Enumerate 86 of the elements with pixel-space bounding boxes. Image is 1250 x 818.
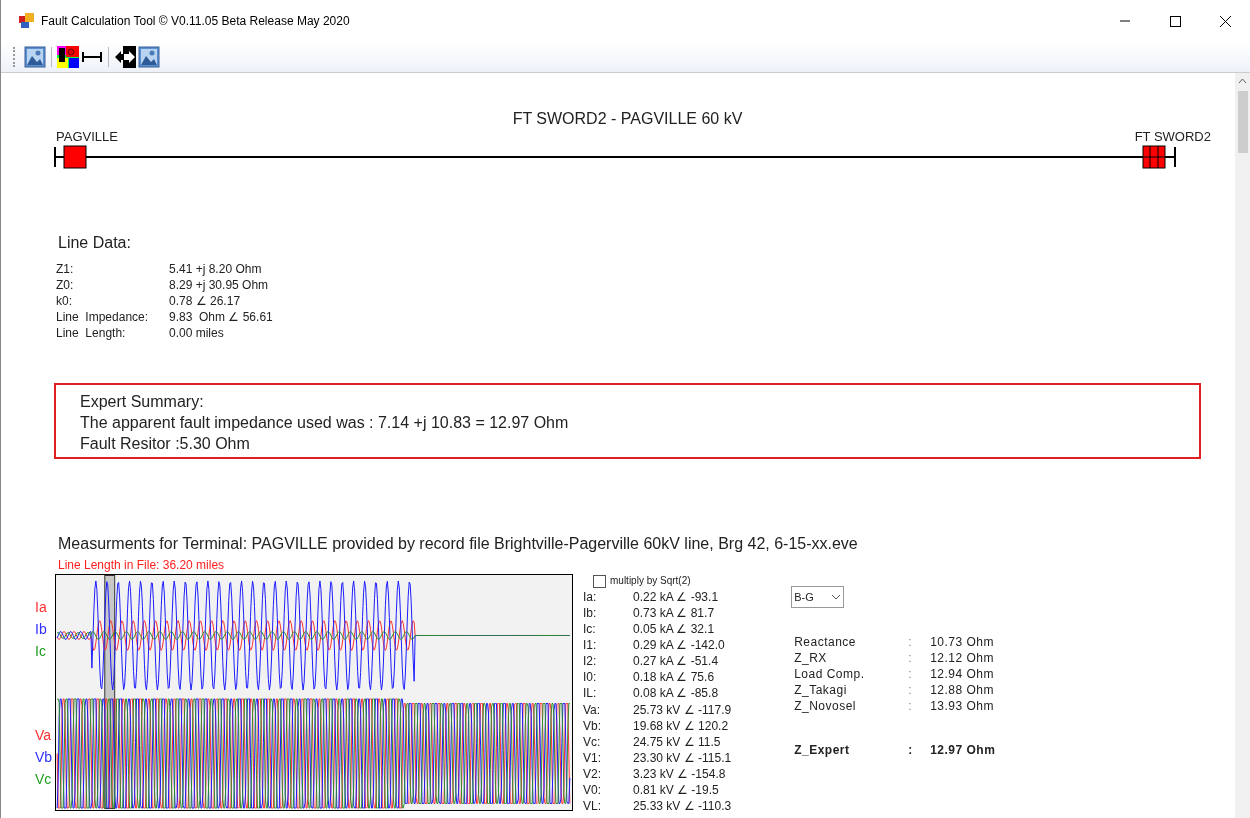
phasor-value: 24.75 kV ∠ 11.5	[633, 734, 722, 750]
phasor-value: 0.05 kA ∠ 32.1	[633, 621, 716, 637]
result-value: 12.97 Ohm	[930, 742, 996, 758]
phasor-label: Ib:	[583, 605, 598, 621]
phasor-label: I1:	[583, 637, 598, 653]
summary-title: Expert Summary:	[80, 392, 205, 412]
phasor-label: IL:	[583, 685, 598, 701]
close-icon	[1219, 15, 1231, 27]
phasor-label: Ia:	[583, 589, 598, 605]
voltage-label: Vc	[35, 770, 53, 789]
result-label: Z_RX	[794, 650, 828, 666]
data-label: Line Impedance:	[56, 309, 150, 325]
color-map-button[interactable]	[57, 46, 79, 68]
result-separator: :	[908, 666, 913, 682]
terminal-label: PAGVILLE	[56, 128, 118, 146]
result-label: Load Comp.	[794, 666, 866, 682]
phasor-label: Ic:	[583, 621, 597, 637]
phasor-value: 0.29 kA ∠ -142.0	[633, 637, 726, 653]
result-separator: :	[908, 742, 914, 758]
current-label: Ib	[35, 620, 47, 639]
data-label: Line Length:	[56, 325, 127, 341]
phasor-label: Vc:	[583, 734, 602, 750]
data-value: 9.83 Ohm ∠ 56.61	[169, 309, 273, 325]
data-label: k0:	[56, 293, 73, 309]
result-value: 12.94 Ohm	[930, 666, 996, 682]
phasor-value: 23.30 kV ∠ -115.1	[633, 750, 732, 766]
line-title: FT SWORD2 - PAGVILLE 60 kV	[511, 109, 744, 129]
chevron-down-icon	[831, 594, 842, 600]
phasor-label: V1:	[583, 750, 602, 766]
phasor-label: V2:	[583, 766, 602, 782]
result-value: 13.93 Ohm	[930, 698, 996, 714]
current-label: Ia	[35, 598, 47, 617]
result-separator: :	[908, 650, 913, 666]
summary-line: The apparent fault impedance used was : 7.14 +j 10.83 = 12.97 Ohm	[80, 413, 570, 433]
current-label: Ic	[35, 642, 47, 661]
image-button[interactable]	[138, 46, 160, 68]
phasor-value: 25.33 kV ∠ -110.3	[633, 798, 732, 814]
window-title: Fault Calculation Tool © V0.11.05 Beta Release May 2020	[41, 13, 350, 30]
data-value: 5.41 +j 8.20 Ohm	[169, 261, 263, 277]
measurements-title: Measurments for Terminal: PAGVILLE provided by record file Brightville-Pagerville 60kV line, Brg 42, 6-15-xx.eve	[58, 534, 859, 554]
phasor-label: Vb:	[583, 718, 602, 734]
data-value: 8.29 +j 30.95 Ohm	[169, 277, 270, 293]
image-button[interactable]	[24, 46, 46, 68]
phasor-value: 0.73 kA ∠ 81.7	[633, 605, 716, 621]
checkbox[interactable]	[593, 574, 606, 588]
result-label: Z_Novosel	[794, 698, 858, 714]
terminal-label: FT SWORD2	[1134, 128, 1211, 146]
result-value: 12.12 Ohm	[930, 650, 996, 666]
swap-arrow-button[interactable]	[114, 46, 136, 68]
phasor-value: 3.23 kV ∠ -154.8	[633, 766, 727, 782]
phasor-value: 0.18 kA ∠ 75.6	[633, 669, 716, 685]
scrollbar-thumb[interactable]	[1237, 91, 1248, 153]
section-heading: Line Data:	[58, 233, 132, 253]
phasor-value: 25.73 kV ∠ -117.9	[633, 702, 732, 718]
phasor-value: 0.27 kA ∠ -51.4	[633, 653, 720, 669]
result-label: Z_Expert	[794, 742, 851, 758]
phasor-value: 0.22 kA ∠ -93.1	[633, 589, 720, 605]
phasor-value: 0.81 kV ∠ -19.5	[633, 782, 720, 798]
result-label: Reactance	[794, 634, 858, 650]
checkbox-label: multiply by Sqrt(2)	[610, 574, 691, 588]
phasor-value: 19.68 kV ∠ 120.2	[633, 718, 730, 734]
voltage-label: Va	[35, 726, 53, 745]
phasor-label: VL:	[583, 798, 602, 814]
voltage-label: Vb	[35, 748, 53, 767]
data-value: 0.78 ∠ 26.17	[169, 293, 242, 309]
vertical-scrollbar[interactable]	[1235, 73, 1250, 818]
phasor-label: I2:	[583, 653, 598, 669]
data-value: 0.00 miles	[169, 325, 225, 341]
result-separator: :	[908, 698, 913, 714]
phasor-label: Va:	[583, 702, 602, 718]
result-value: 12.88 Ohm	[930, 682, 996, 698]
cursor-band[interactable]	[104, 575, 116, 809]
result-separator: :	[908, 634, 913, 650]
phasor-label: V0:	[583, 782, 602, 798]
data-label: Z0:	[56, 277, 75, 293]
result-label: Z_Takagi	[794, 682, 848, 698]
result-value: 10.73 Ohm	[930, 634, 996, 650]
line-length-note: Line Length in File: 36.20 miles	[58, 557, 226, 574]
fault-type-dropdown[interactable]: B-G	[791, 586, 845, 608]
phasor-label: I0:	[583, 669, 598, 685]
maximize-icon	[1169, 15, 1181, 27]
phasor-value: 0.08 kA ∠ -85.8	[633, 685, 720, 701]
app-icon	[19, 13, 35, 29]
data-label: Z1:	[56, 261, 75, 277]
summary-line: Fault Resitor :5.30 Ohm	[80, 434, 251, 454]
result-separator: :	[908, 682, 913, 698]
